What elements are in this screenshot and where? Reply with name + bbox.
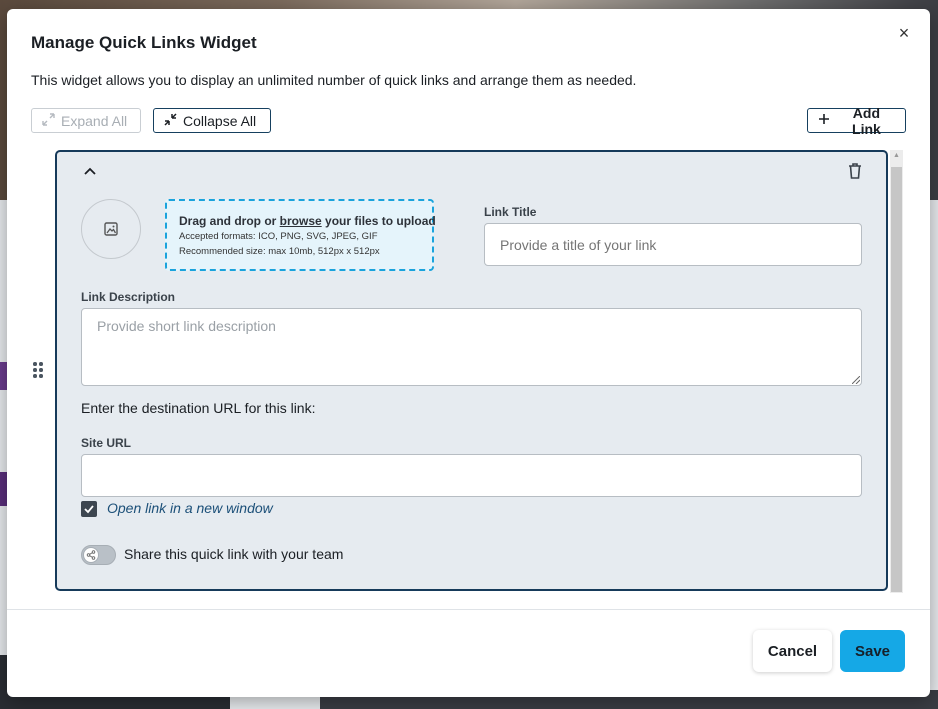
link-title-label: Link Title (484, 205, 537, 219)
share-toggle[interactable] (81, 545, 116, 565)
upload-text: your files to upload (321, 214, 436, 228)
scroll-up-icon[interactable]: ▲ (893, 152, 900, 159)
modal-title: Manage Quick Links Widget (31, 33, 257, 52)
scrollbar-thumb[interactable] (891, 167, 902, 592)
quick-link-card: Drag and drop or browse your files to up… (55, 150, 888, 591)
collapse-all-button[interactable]: Collapse All (153, 108, 271, 133)
expand-all-label: Expand All (61, 112, 128, 129)
trash-icon[interactable] (847, 162, 863, 180)
site-url-label: Site URL (81, 436, 132, 450)
checkmark-icon (84, 505, 94, 514)
upload-text: Drag and drop or (179, 214, 280, 228)
cancel-button[interactable]: Cancel (753, 630, 832, 672)
close-icon[interactable]: × (896, 24, 912, 42)
link-image-placeholder[interactable] (81, 199, 141, 259)
browse-link[interactable]: browse (280, 214, 322, 228)
expand-all-button[interactable]: Expand All (31, 108, 141, 133)
recommended-size: Recommended size: max 10mb, 512px x 512p… (179, 246, 380, 257)
add-link-label: Add Link (852, 104, 881, 137)
add-link-button[interactable]: Add Link (807, 105, 906, 137)
file-upload-dropzone[interactable]: Drag and drop or browse your files to up… (165, 199, 436, 271)
share-icon (83, 547, 99, 563)
link-description-textarea[interactable]: Provide short link description (81, 308, 862, 386)
scrollbar[interactable]: ▲ (890, 150, 903, 593)
collapse-all-label: Collapse All (183, 112, 257, 129)
open-new-window-checkbox[interactable] (81, 501, 97, 517)
share-label: Share this quick link with your team (124, 546, 344, 562)
destination-url-prompt: Enter the destination URL for this link: (81, 400, 316, 416)
upload-instructions: Drag and drop or browse your files to up… (179, 214, 436, 228)
accepted-formats: Accepted formats: ICO, PNG, SVG, JPEG, G… (179, 231, 378, 242)
save-button[interactable]: Save (840, 630, 905, 672)
plus-icon (817, 113, 831, 128)
manage-quick-links-modal: Manage Quick Links Widget × This widget … (7, 9, 930, 697)
resize-handle-icon[interactable] (852, 376, 860, 384)
link-title-input[interactable] (484, 223, 862, 266)
drag-handle-icon[interactable] (33, 362, 43, 380)
chevron-up-icon[interactable] (83, 164, 97, 178)
link-description-label: Link Description (81, 290, 176, 304)
expand-icon (41, 112, 55, 129)
footer-divider (7, 609, 930, 610)
modal-description: This widget allows you to display an unl… (31, 72, 637, 88)
open-new-window-label[interactable]: Open link in a new window (107, 500, 273, 516)
site-url-input[interactable] (81, 454, 862, 497)
collapse-icon (163, 112, 177, 129)
image-icon (104, 222, 118, 236)
